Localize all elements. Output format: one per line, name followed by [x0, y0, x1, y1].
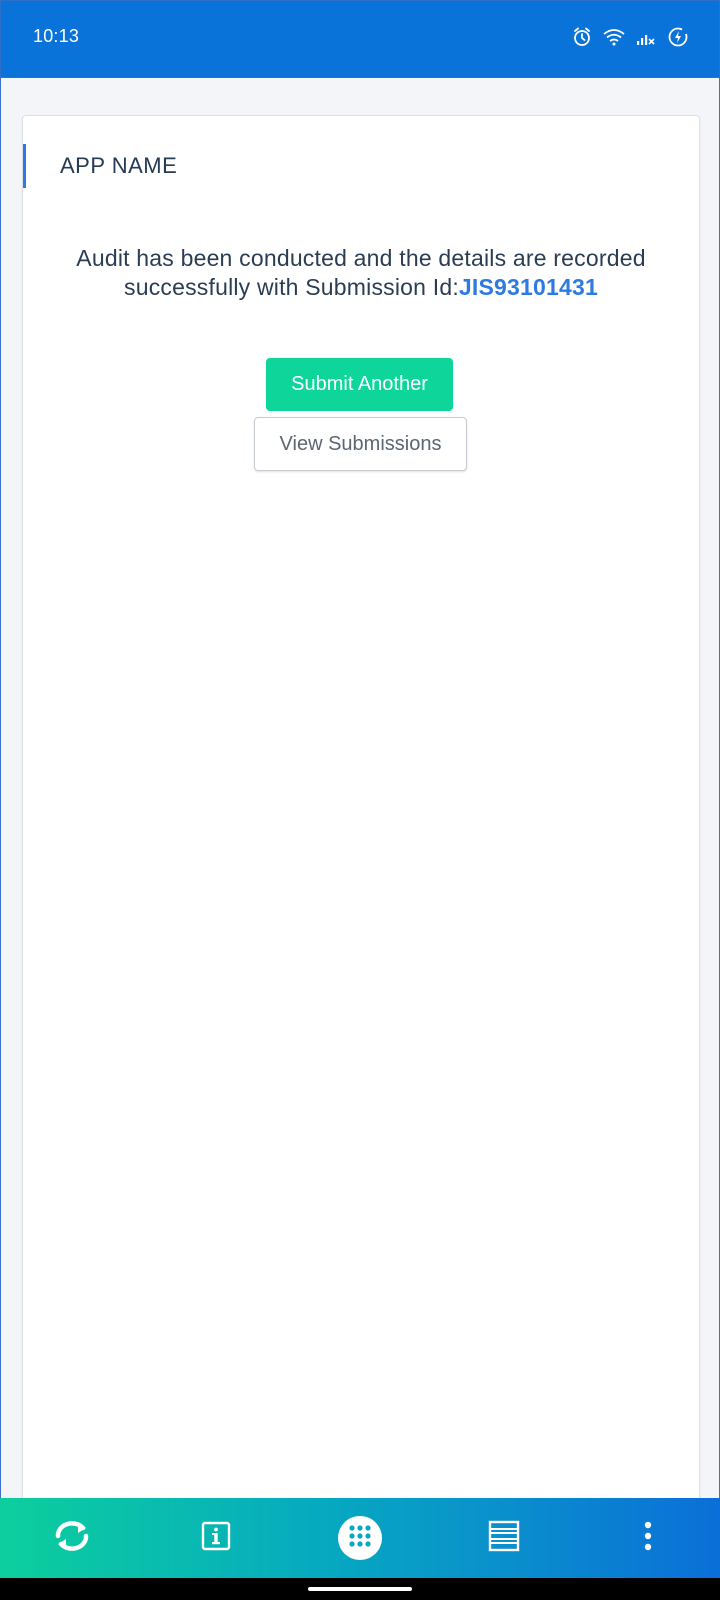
success-message: Audit has been conducted and the details… — [43, 244, 679, 302]
result-card: APP NAME Audit has been conducted and th… — [22, 115, 700, 1515]
battery-saver-icon — [667, 25, 689, 49]
home-gesture-handle[interactable] — [308, 1587, 412, 1591]
apps-grid-icon — [346, 1522, 374, 1555]
sync-icon — [51, 1518, 93, 1559]
more-vertical-icon — [643, 1520, 653, 1557]
submission-id: JIS93101431 — [458, 274, 598, 300]
system-gesture-bar — [0, 1578, 720, 1600]
home-button-circle — [338, 1516, 382, 1560]
nav-list[interactable] — [468, 1502, 540, 1574]
status-time: 10:13 — [33, 26, 80, 46]
wifi-icon — [603, 25, 625, 49]
view-submissions-button[interactable]: View Submissions — [254, 417, 467, 471]
status-icons — [571, 25, 689, 49]
nav-more[interactable] — [612, 1502, 684, 1574]
bottom-nav — [0, 1498, 720, 1578]
app-name-label: APP NAME — [60, 153, 178, 178]
nav-sync[interactable] — [36, 1502, 108, 1574]
info-icon — [201, 1521, 231, 1556]
alarm-icon — [571, 25, 593, 49]
submit-another-button[interactable]: Submit Another — [266, 358, 453, 411]
nav-home[interactable] — [324, 1502, 396, 1574]
status-bar: 10:13 — [0, 0, 720, 78]
signal-icon — [635, 25, 657, 49]
app-name-heading: APP NAME — [23, 144, 177, 188]
list-icon — [488, 1520, 520, 1557]
nav-info[interactable] — [180, 1502, 252, 1574]
